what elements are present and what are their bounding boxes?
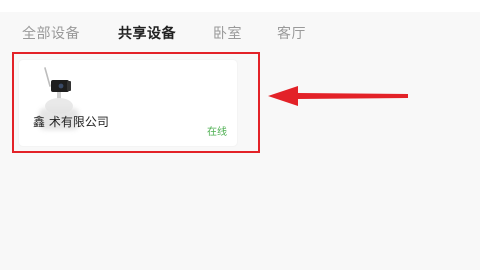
annotation-highlight-box — [12, 52, 260, 153]
room-tabs: 全部设备 共享设备 卧室 客厅 — [0, 12, 480, 48]
tab-bedroom[interactable]: 卧室 — [213, 23, 242, 43]
annotation-arrow-icon — [268, 86, 408, 106]
tab-shared-devices[interactable]: 共享设备 — [118, 23, 176, 43]
top-bar — [0, 0, 480, 12]
tab-living-room[interactable]: 客厅 — [277, 23, 306, 43]
tab-all-devices[interactable]: 全部设备 — [22, 23, 80, 43]
